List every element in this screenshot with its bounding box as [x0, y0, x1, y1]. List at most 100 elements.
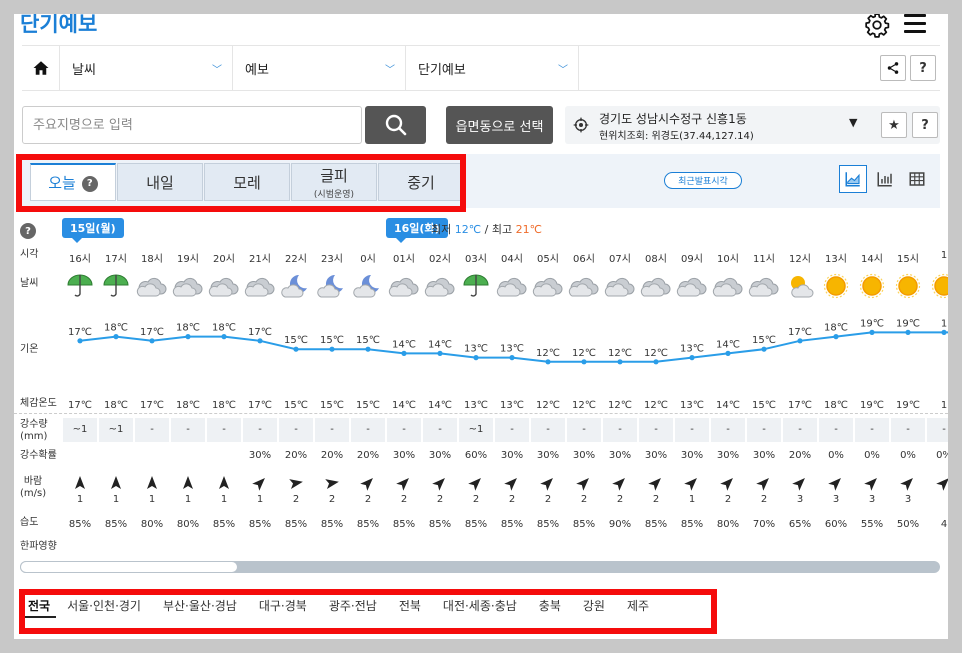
- wind-direction-icon: [746, 476, 782, 492]
- wind-direction-icon: [350, 476, 386, 492]
- time-cell: 1: [940, 250, 948, 261]
- chevron-down-icon[interactable]: ▼: [849, 116, 857, 129]
- wind-unit: (m/s): [20, 487, 47, 499]
- humidity-cell: 50%: [896, 519, 920, 530]
- precip-cell: -: [171, 418, 205, 442]
- home-button[interactable]: [22, 46, 60, 90]
- search-input[interactable]: [22, 106, 362, 144]
- highlight-box-regions: [19, 589, 717, 634]
- temperature-label: 17℃: [788, 327, 812, 338]
- temperature-point: [761, 346, 767, 352]
- humidity-cell: 4: [940, 519, 948, 530]
- highlight-box-tabs: [16, 154, 466, 212]
- wind-speed-cell: 2: [436, 494, 444, 505]
- humidity-cell: 90%: [608, 519, 632, 530]
- wind-direction-icon: [98, 476, 134, 492]
- view-bar-button[interactable]: [871, 165, 899, 193]
- share-button[interactable]: [880, 55, 906, 81]
- precip-cell: -: [135, 418, 169, 442]
- temperature-label: 14℃: [716, 339, 740, 350]
- wind-speed-cell: 2: [364, 494, 372, 505]
- cloudy-icon: [495, 272, 529, 300]
- precip-cell: -: [279, 418, 313, 442]
- precip-prob-cell: 20%: [788, 450, 812, 461]
- chevron-down-icon: ﹀: [385, 64, 395, 76]
- cloudy-icon: [567, 272, 601, 300]
- view-table-button[interactable]: [903, 165, 931, 193]
- favorite-button[interactable]: ★: [881, 112, 907, 138]
- temperature-point: [185, 334, 191, 340]
- feels-like-cell: 12℃: [644, 400, 668, 411]
- precip-cell: -: [711, 418, 745, 442]
- feels-like-cell: 14℃: [392, 400, 416, 411]
- nav-dropdown-weather[interactable]: 날씨 ﹀: [60, 46, 233, 90]
- page-title: 단기예보: [20, 14, 98, 36]
- precip-prob-cell: 20%: [356, 450, 380, 461]
- area-chart-icon: [845, 172, 860, 187]
- temperature-point: [473, 355, 479, 361]
- help-button[interactable]: ?: [910, 55, 936, 81]
- temperature-label: 15℃: [320, 335, 344, 346]
- wind-direction-icon: [530, 476, 566, 492]
- precip-unit: (mm): [20, 430, 48, 442]
- wind-direction-icon: [854, 476, 890, 492]
- precip-cell: -: [639, 418, 673, 442]
- wind-direction-icon: [494, 476, 530, 492]
- min-temp: 12℃: [454, 223, 482, 236]
- time-cell: 04시: [501, 254, 523, 265]
- feels-like-cell: 13℃: [500, 400, 524, 411]
- humidity-cell: 85%: [428, 519, 452, 530]
- precip-prob-cell: 30%: [248, 450, 272, 461]
- wind-direction-icon: [170, 476, 206, 492]
- nav-dropdown-short-forecast[interactable]: 단기예보 ﹀: [406, 46, 579, 90]
- precip-cell: -: [855, 418, 889, 442]
- min-max-temp: 최저 12℃ / 최고 21℃: [431, 221, 542, 237]
- temperature-point: [401, 350, 407, 356]
- time-cell: 03시: [465, 254, 487, 265]
- humidity-cell: 80%: [176, 519, 200, 530]
- feels-like-cell: 19℃: [860, 400, 884, 411]
- precip-label: 강수량: [20, 419, 48, 430]
- gear-icon[interactable]: [864, 14, 890, 38]
- temperature-label: 1: [941, 318, 947, 329]
- temperature-graph: 17℃ 18℃ 17℃ 18℃ 18℃ 17℃ 15℃ 15℃ 15℃ 14℃ 14℃ 13℃ 13℃ 1…: [68, 318, 948, 365]
- crosshair-icon[interactable]: [573, 117, 589, 133]
- temperature-point: [689, 355, 695, 361]
- recent-issue-time-button[interactable]: 최근발표시각: [664, 172, 742, 189]
- wind-direction-icon: [458, 476, 494, 492]
- wind-speed-cell: 2: [616, 494, 624, 505]
- search-icon: [385, 114, 406, 136]
- share-icon: [887, 62, 899, 74]
- wind-direction-icon: [278, 476, 314, 492]
- scrollbar-thumb[interactable]: [20, 561, 238, 573]
- wind-speed-cell: 2: [508, 494, 516, 505]
- feels-like-cell: 17℃: [68, 400, 92, 411]
- wind-speed-cell: 2: [292, 494, 300, 505]
- humidity-cell: 65%: [788, 519, 812, 530]
- nav-dropdown-forecast[interactable]: 예보 ﹀: [233, 46, 406, 90]
- wind-speed-cell: 1: [112, 494, 120, 505]
- select-by-area-button[interactable]: 읍면동으로 선택: [446, 106, 553, 144]
- wind-speed-cell: 1: [184, 494, 192, 505]
- temperature-point: [77, 338, 83, 344]
- wind-speed-cell: 2: [580, 494, 588, 505]
- humidity-cell: 85%: [500, 519, 524, 530]
- row-label-feels-like: 체감온도: [20, 398, 57, 409]
- current-location-box[interactable]: 경기도 성남시수정구 신흥1동 현위치조회: 위경도(37.44,127.14)…: [565, 106, 940, 144]
- wind-direction-icon: [638, 476, 674, 492]
- location-help-button[interactable]: ?: [912, 112, 938, 138]
- view-graph-button[interactable]: [839, 165, 867, 193]
- time-cell: 19시: [177, 254, 199, 265]
- help-icon[interactable]: ?: [20, 223, 36, 239]
- temperature-label: 19℃: [860, 318, 884, 329]
- search-button[interactable]: [365, 106, 426, 144]
- feels-like-cell: 17℃: [248, 400, 272, 411]
- feels-like-cell: 17℃: [140, 400, 164, 411]
- horizontal-scrollbar[interactable]: [20, 561, 940, 573]
- precip-cell: -: [819, 418, 853, 442]
- time-cell: 11시: [753, 254, 775, 265]
- minmax-separator: /: [484, 223, 489, 236]
- wind-direction-icon: [62, 476, 98, 492]
- hamburger-menu-icon[interactable]: [904, 14, 926, 36]
- precip-prob-cell: 0%: [828, 450, 844, 461]
